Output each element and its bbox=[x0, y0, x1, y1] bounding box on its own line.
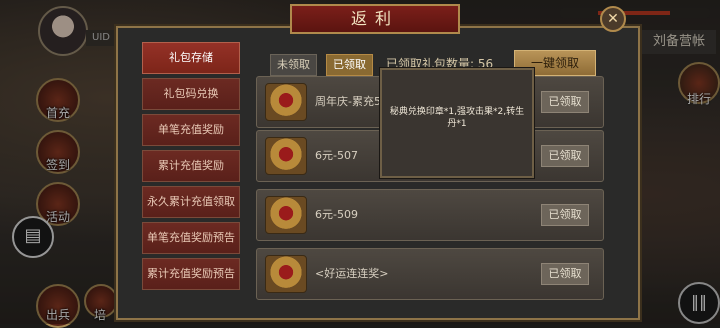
gift-name: <好运连连奖> bbox=[315, 267, 389, 280]
menu-cumulative-recharge[interactable]: 累计充值奖励 bbox=[142, 150, 240, 182]
filter-unclaimed[interactable]: 未领取 bbox=[270, 54, 317, 76]
menu-cumulative-preview[interactable]: 累计充值奖励预告 bbox=[142, 258, 240, 290]
gift-name: 6元-507 bbox=[315, 149, 358, 162]
claimed-button[interactable]: 已领取 bbox=[541, 145, 589, 167]
menu-single-preview[interactable]: 单笔充值奖励预告 bbox=[142, 222, 240, 254]
chest-icon bbox=[265, 83, 307, 121]
close-icon[interactable]: ✕ bbox=[600, 6, 626, 32]
chest-icon bbox=[265, 137, 307, 175]
menu-single-recharge[interactable]: 单笔充值奖励 bbox=[142, 114, 240, 146]
gift-name: 6元-509 bbox=[315, 208, 358, 221]
menu-permanent-cumulative[interactable]: 永久累计充值领取 bbox=[142, 186, 240, 218]
chest-icon bbox=[265, 196, 307, 234]
claimed-button[interactable]: 已领取 bbox=[541, 91, 589, 113]
reward-tooltip-text: 秘典兑换印章*1,强攻击果*2,转生丹*1 bbox=[389, 107, 525, 129]
claimed-button[interactable]: 已领取 bbox=[541, 204, 589, 226]
filter-claimed[interactable]: 已领取 bbox=[326, 54, 373, 76]
list-item: 6元-509 已领取 bbox=[256, 189, 604, 241]
menu-gift-code[interactable]: 礼包码兑换 bbox=[142, 78, 240, 110]
reward-tooltip: 秘典兑换印章*1,强攻击果*2,转生丹*1 bbox=[380, 68, 534, 178]
panel-title: 返利 bbox=[290, 4, 460, 34]
menu-gift-storage[interactable]: 礼包存储 bbox=[142, 42, 240, 74]
claimed-button[interactable]: 已领取 bbox=[541, 263, 589, 285]
chest-icon bbox=[265, 255, 307, 293]
gift-name: 周年庆-累充5 bbox=[315, 95, 381, 108]
list-item: <好运连连奖> 已领取 bbox=[256, 248, 604, 300]
